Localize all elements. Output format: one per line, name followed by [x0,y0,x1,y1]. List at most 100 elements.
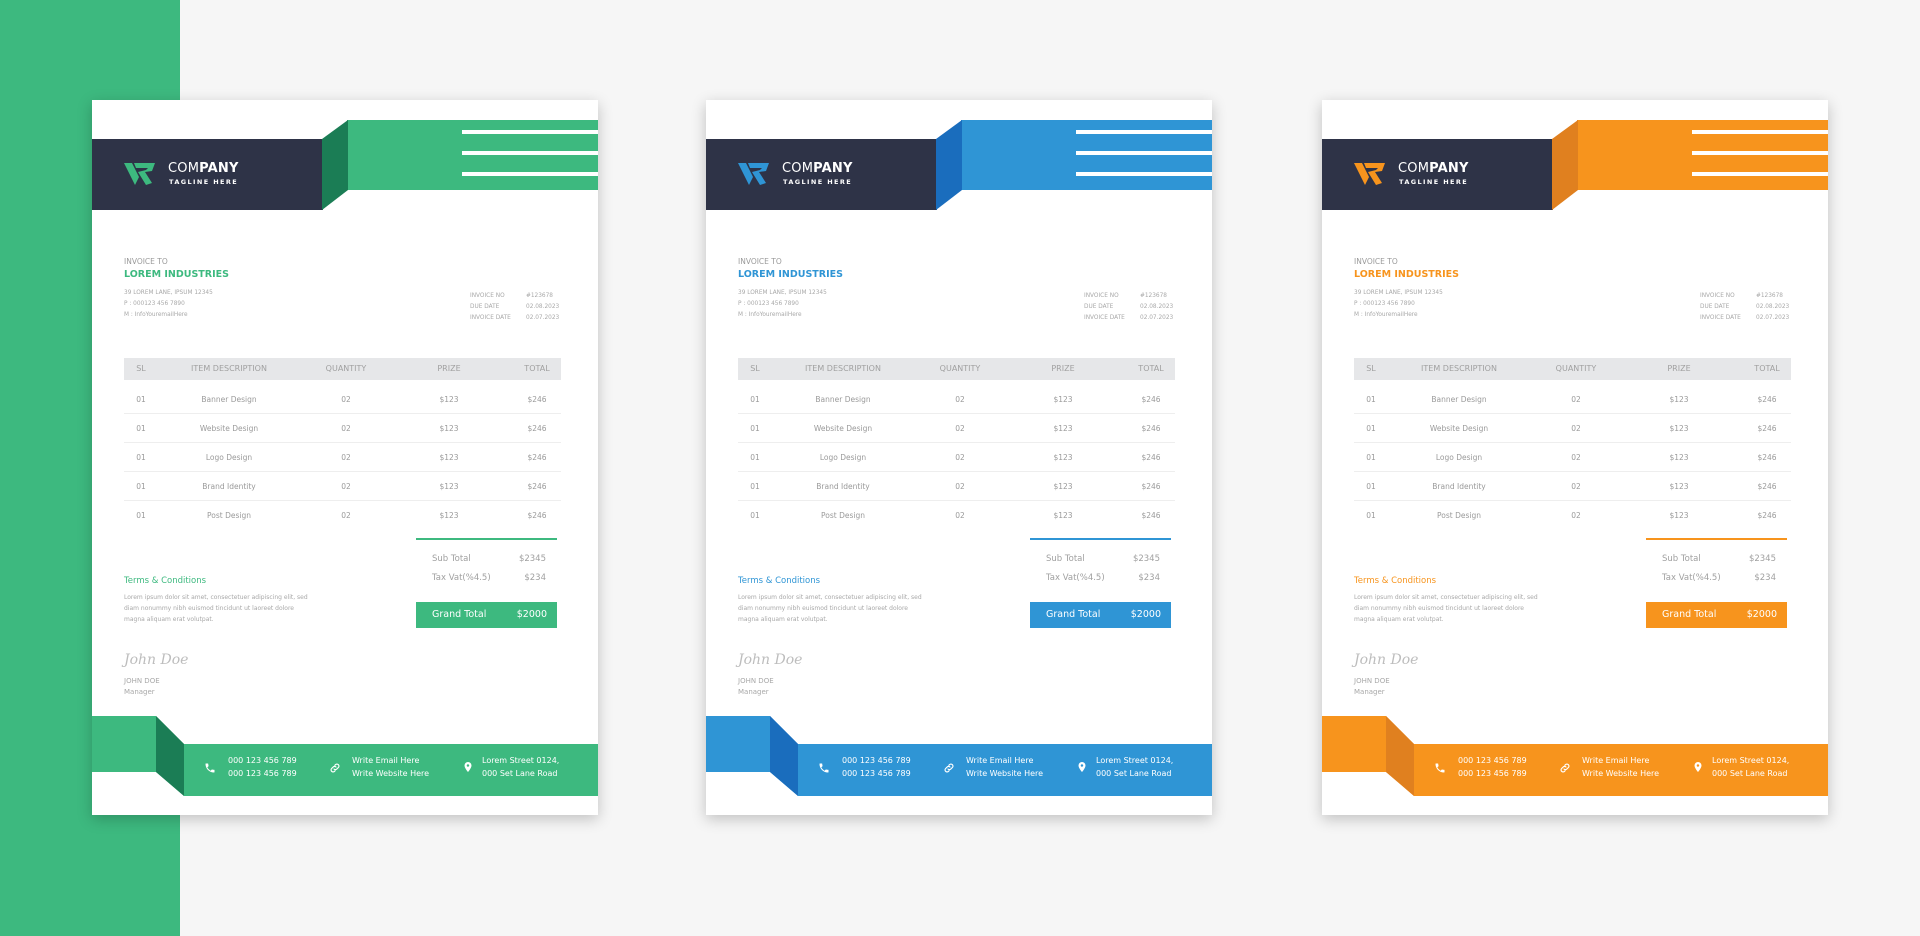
phone-icon [1435,763,1445,773]
table-cell: $246 [1141,482,1161,491]
column-header: SL [750,364,760,373]
signer-title: Manager [738,688,769,696]
table-cell: $123 [439,511,459,520]
table-cell: Banner Design [201,395,257,404]
invoice-to-label: INVOICE TO [1354,257,1398,266]
table-cell: 01 [136,395,146,404]
table-cell: $246 [1757,395,1777,404]
table-cell: $246 [527,395,547,404]
table-cell: $123 [439,424,459,433]
client-details: 39 LOREM LANE, IPSUM 12345 P : 000123 456… [1354,290,1443,318]
table-row: 01 Website Design 02 $123 $246 [1354,414,1791,443]
table-cell: $123 [1053,482,1073,491]
grand-total-box: Grand Total $2000 [1030,602,1171,628]
tax-value: $234 [1138,573,1160,583]
table-cell: 01 [136,453,146,462]
client-details: 39 LOREM LANE, IPSUM 12345 P : 000123 456… [124,290,213,318]
invoice-meta-label: INVOICE DATE [1084,315,1125,321]
table-cell: $246 [527,482,547,491]
client-name: LOREM INDUSTRIES [124,269,229,280]
table-row: 01 Website Design 02 $123 $246 [124,414,561,443]
table-cell: Logo Design [819,453,867,462]
column-header: ITEM DESCRIPTION [1421,364,1497,373]
table-cell: Website Design [813,424,873,433]
table-cell: 02 [955,424,965,433]
footer-web: Write Email Here Write Website Here [1582,756,1660,778]
terms-text: Lorem ipsum dolor sit amet, consectetuer… [124,594,308,623]
table-cell: 02 [341,511,351,520]
table-cell: Website Design [199,424,259,433]
grand-total-box: Grand Total $2000 [416,602,557,628]
tax-label: Tax Vat(%4.5) [432,573,491,583]
table-cell: $123 [1053,395,1073,404]
table-cell: $123 [1053,453,1073,462]
table-row: 01 Logo Design 02 $123 $246 [738,443,1175,472]
table-cell: $246 [527,424,547,433]
table-cell: 02 [1571,424,1581,433]
table-cell: $246 [1141,453,1161,462]
footer-phone: 000 123 456 789 000 123 456 789 [228,756,297,778]
table-cell: $246 [1141,395,1161,404]
table-cell: $246 [527,453,547,462]
table-cell: 02 [341,482,351,491]
table-cell: 02 [955,482,965,491]
table-row: 01 Post Design 02 $123 $246 [1354,501,1791,530]
footer-address: Lorem Street 0124, 000 Set Lane Road [482,756,560,778]
table-cell: 01 [1366,395,1376,404]
terms-title: Terms & Conditions [1354,576,1437,586]
company-name: COMPANY [782,161,853,176]
grand-total-label: Grand Total [432,609,487,620]
table-cell: $123 [1053,424,1073,433]
footer-web: Write Email Here Write Website Here [966,756,1044,778]
column-header: SL [136,364,146,373]
table-cell: Brand Identity [816,482,870,491]
table-cell: 01 [750,424,760,433]
table-cell: 02 [955,453,965,462]
footer-address: Lorem Street 0124, 000 Set Lane Road [1712,756,1790,778]
company-tagline: TAGLINE HERE [783,178,853,186]
invoice-meta-label: INVOICE NO [1084,293,1119,299]
sub-total-label: Sub Total [1662,554,1701,564]
table-cell: $123 [1669,395,1689,404]
footer-address: Lorem Street 0124, 000 Set Lane Road [1096,756,1174,778]
grand-total-box: Grand Total $2000 [1646,602,1787,628]
terms-title: Terms & Conditions [124,576,207,586]
link-icon [1560,763,1570,773]
table-cell: Brand Identity [1432,482,1486,491]
company-logo-icon [738,163,769,185]
table-cell: 01 [136,482,146,491]
table-cell: Brand Identity [202,482,256,491]
table-cell: $246 [1757,482,1777,491]
table-row: 01 Brand Identity 02 $123 $246 [1354,472,1791,501]
sub-total-label: Sub Total [1046,554,1085,564]
table-cell: 02 [1571,482,1581,491]
table-cell: 02 [955,511,965,520]
table-header: SL ITEM DESCRIPTION QUANTITY PRIZE TOTAL [738,358,1175,380]
table-cell: $246 [1141,511,1161,520]
tax-value: $234 [524,573,546,583]
table-cell: $246 [527,511,547,520]
link-icon [330,763,340,773]
terms-text: Lorem ipsum dolor sit amet, consectetuer… [738,594,922,623]
totals-divider [416,538,557,540]
table-cell: $123 [439,482,459,491]
tax-label: Tax Vat(%4.5) [1046,573,1105,583]
company-logo-icon [124,163,155,185]
table-row: 01 Logo Design 02 $123 $246 [124,443,561,472]
signature: John Doe [738,652,803,668]
invoice-to-label: INVOICE TO [124,257,168,266]
table-cell: 02 [1571,453,1581,462]
table-cell: $246 [1757,453,1777,462]
invoice-meta-value: #123678 [1756,293,1783,299]
invoice-meta-value: #123678 [526,293,553,299]
totals-divider [1646,538,1787,540]
table-cell: 02 [1571,395,1581,404]
column-header: PRIZE [1051,364,1075,373]
signer-name: JOHN DOE [1354,677,1390,685]
terms-title: Terms & Conditions [738,576,821,586]
table-cell: $123 [439,453,459,462]
column-header: SL [1366,364,1376,373]
client-details: 39 LOREM LANE, IPSUM 12345 P : 000123 456… [738,290,827,318]
sub-total-label: Sub Total [432,554,471,564]
footer-web: Write Email Here Write Website Here [352,756,430,778]
